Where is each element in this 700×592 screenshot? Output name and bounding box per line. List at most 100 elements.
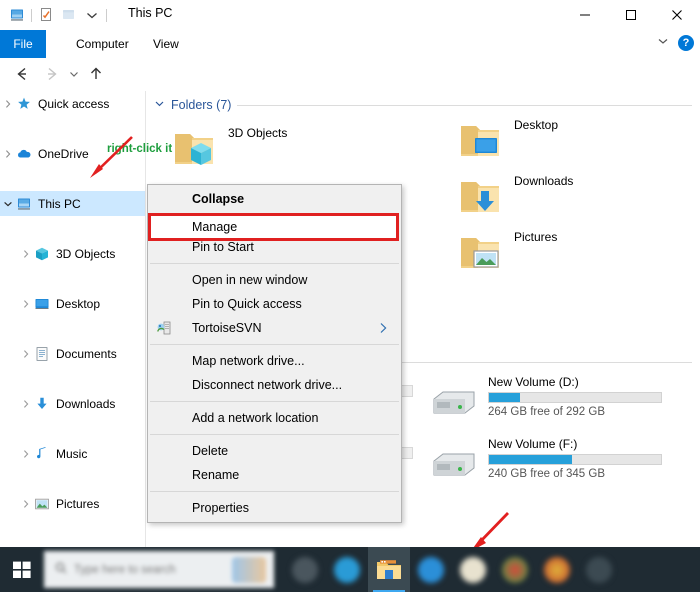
drive-tile-new-volume-d[interactable]: New Volume (D:) 264 GB free of 292 GB xyxy=(430,375,662,423)
chevron-right-icon[interactable] xyxy=(18,291,34,316)
properties-icon[interactable] xyxy=(37,6,55,24)
back-button[interactable] xyxy=(10,62,34,86)
chevron-down-icon[interactable] xyxy=(0,191,16,216)
chevron-right-icon[interactable] xyxy=(0,91,16,116)
menu-item-add-network-location[interactable]: Add a network location xyxy=(148,406,401,430)
cloud-icon xyxy=(16,146,32,162)
chevron-right-icon[interactable] xyxy=(18,491,34,516)
sidebar-item-3d-objects[interactable]: 3D Objects xyxy=(0,241,145,266)
drive-tile-new-volume-f[interactable]: New Volume (F:) 240 GB free of 345 GB xyxy=(430,437,662,485)
new-folder-icon[interactable] xyxy=(60,6,78,24)
tab-file[interactable]: File xyxy=(0,30,46,58)
menu-item-delete[interactable]: Delete xyxy=(148,439,401,463)
drive-usage-fill xyxy=(489,393,520,402)
monitor-icon xyxy=(16,196,32,212)
menu-separator xyxy=(150,344,399,345)
taskbar-app-icon[interactable] xyxy=(326,547,368,592)
drive-icon xyxy=(430,375,478,423)
menu-separator xyxy=(150,263,399,264)
menu-item-rename[interactable]: Rename xyxy=(148,463,401,487)
taskbar-search-input[interactable]: Type here to search xyxy=(74,564,176,576)
sidebar-item-desktop[interactable]: Desktop xyxy=(0,291,145,316)
file-tile-3d-objects[interactable]: 3D Objects xyxy=(170,124,287,172)
file-explorer-window: This PC File Computer View ? Quick acces… xyxy=(0,0,700,592)
quick-access-toolbar xyxy=(8,5,107,25)
music-icon xyxy=(34,446,50,462)
minimize-button[interactable] xyxy=(562,0,608,30)
download-icon xyxy=(34,396,50,412)
file-tile-label: Pictures xyxy=(514,230,558,244)
window-title: This PC xyxy=(128,6,173,20)
menu-item-open-in-new-window[interactable]: Open in new window xyxy=(148,268,401,292)
start-button[interactable] xyxy=(0,547,44,592)
window-controls xyxy=(562,0,700,30)
close-button[interactable] xyxy=(654,0,700,30)
taskbar-app-icon[interactable] xyxy=(410,547,452,592)
sidebar-label: Downloads xyxy=(56,396,116,411)
collapse-ribbon-icon[interactable] xyxy=(656,34,670,51)
folder-downloads-icon xyxy=(456,172,504,220)
drive-icon xyxy=(430,437,478,485)
tab-computer[interactable]: Computer xyxy=(62,30,143,58)
chevron-right-icon[interactable] xyxy=(18,341,34,366)
tab-view[interactable]: View xyxy=(139,30,193,58)
taskbar-app-icon[interactable] xyxy=(494,547,536,592)
drive-usage-fill xyxy=(489,455,572,464)
search-icon xyxy=(54,561,68,578)
sidebar-item-documents[interactable]: Documents xyxy=(0,341,145,366)
drive-label: New Volume (F:) xyxy=(488,437,578,451)
sidebar-label: 3D Objects xyxy=(56,246,116,261)
help-icon[interactable]: ? xyxy=(678,34,694,51)
taskbar-app-icon[interactable] xyxy=(284,547,326,592)
sidebar-label: Documents xyxy=(56,346,117,361)
sidebar-label: Desktop xyxy=(56,296,101,311)
taskbar-app-icon[interactable] xyxy=(578,547,620,592)
sidebar-label: Music xyxy=(56,446,88,461)
group-header-folders[interactable]: Folders (7) xyxy=(154,98,692,112)
recent-locations-button[interactable] xyxy=(62,62,86,86)
forward-button xyxy=(40,62,64,86)
customize-quick-access-icon[interactable] xyxy=(83,6,101,24)
drive-usage-bar xyxy=(488,454,662,465)
qat-separator-1 xyxy=(31,8,32,22)
sidebar-item-quick-access[interactable]: Quick access xyxy=(0,91,145,116)
sidebar-item-this-pc[interactable]: This PC xyxy=(0,191,145,216)
menu-item-tortoisesvn[interactable]: TortoiseSVN xyxy=(148,316,401,340)
taskbar-file-explorer-button[interactable] xyxy=(368,547,410,592)
drive-free-text: 264 GB free of 292 GB xyxy=(488,406,605,418)
file-explorer-icon xyxy=(377,559,401,579)
menu-item-collapse[interactable]: Collapse xyxy=(148,187,401,211)
right-click-annotation-text: right-click it xyxy=(107,143,173,155)
taskbar: Type here to search xyxy=(0,547,700,592)
drive-info: New Volume (F:) 240 GB free of 345 GB xyxy=(488,437,662,480)
manage-highlight-box: Manage xyxy=(148,213,399,241)
menu-separator xyxy=(150,434,399,435)
chevron-right-icon[interactable] xyxy=(18,241,34,266)
file-tile-pictures[interactable]: Pictures xyxy=(456,228,557,276)
sidebar-item-music[interactable]: Music xyxy=(0,441,145,466)
menu-item-map-network-drive[interactable]: Map network drive... xyxy=(148,349,401,373)
drive-info: New Volume (D:) 264 GB free of 292 GB xyxy=(488,375,662,418)
cube-icon xyxy=(34,246,50,262)
chevron-down-icon[interactable] xyxy=(154,98,165,112)
maximize-button[interactable] xyxy=(608,0,654,30)
file-tile-downloads[interactable]: Downloads xyxy=(456,172,573,220)
menu-item-disconnect-network-drive[interactable]: Disconnect network drive... xyxy=(148,373,401,397)
chevron-right-icon[interactable] xyxy=(18,391,34,416)
this-pc-icon[interactable] xyxy=(8,6,26,24)
menu-item-properties[interactable]: Properties xyxy=(148,496,401,520)
file-tile-desktop[interactable]: Desktop xyxy=(456,116,558,164)
chevron-right-icon[interactable] xyxy=(18,441,34,466)
taskbar-news-widget[interactable] xyxy=(232,556,266,583)
chevron-right-icon[interactable] xyxy=(0,141,16,166)
taskbar-search-box[interactable]: Type here to search xyxy=(44,551,274,588)
manage-highlight-label: Manage xyxy=(192,220,238,234)
sidebar-item-downloads[interactable]: Downloads xyxy=(0,391,145,416)
menu-item-pin-to-quick-access[interactable]: Pin to Quick access xyxy=(148,292,401,316)
sidebar-item-pictures[interactable]: Pictures xyxy=(0,491,145,516)
tortoisesvn-icon xyxy=(156,320,172,336)
taskbar-app-icon[interactable] xyxy=(536,547,578,592)
up-button[interactable] xyxy=(84,62,108,86)
taskbar-app-icon[interactable] xyxy=(452,547,494,592)
document-icon xyxy=(34,346,50,362)
